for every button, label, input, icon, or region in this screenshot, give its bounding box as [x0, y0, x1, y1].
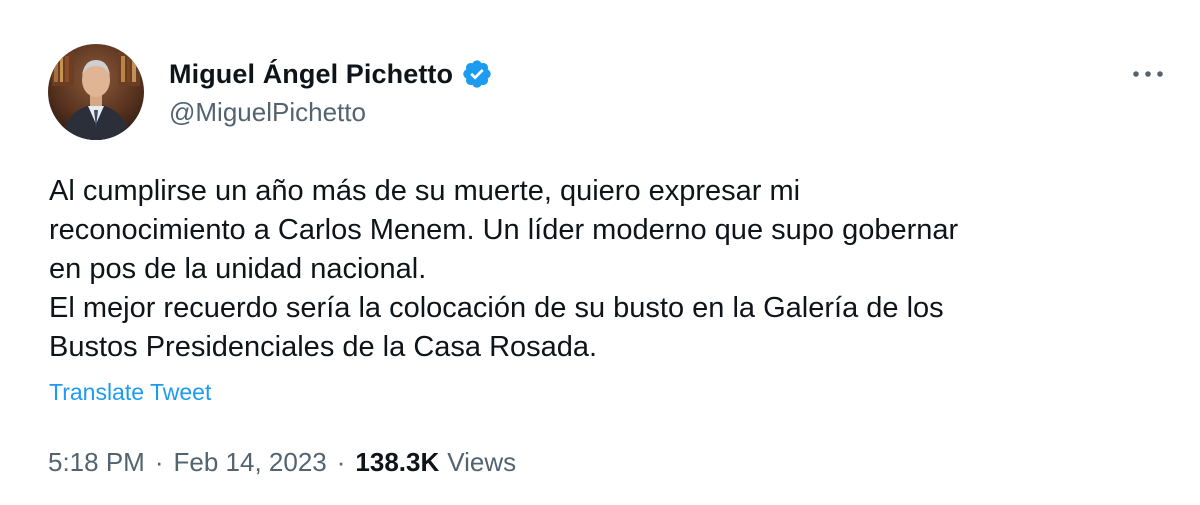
tweet-date[interactable]: Feb 14, 2023 [174, 447, 327, 478]
views-count[interactable]: 138.3K [355, 447, 439, 478]
author-name-row: Miguel Ángel Pichetto [169, 56, 493, 92]
verified-badge-icon [461, 58, 493, 90]
views-label[interactable]: Views [447, 447, 516, 478]
meta-separator: · [336, 447, 346, 477]
author-handle[interactable]: @MiguelPichetto [169, 97, 366, 128]
translate-tweet-link[interactable]: Translate Tweet [49, 379, 211, 406]
meta-separator: · [154, 447, 164, 477]
author-display-name[interactable]: Miguel Ángel Pichetto [169, 59, 453, 90]
tweet-text: Al cumplirse un año más de su muerte, qu… [49, 175, 959, 363]
more-options-button[interactable] [1124, 60, 1172, 88]
tweet-time[interactable]: 5:18 PM [48, 447, 145, 478]
tweet-card: Miguel Ángel Pichetto @MiguelPichetto Al… [0, 0, 1200, 505]
more-options-icon [1133, 71, 1163, 77]
tweet-metadata: 5:18 PM · Feb 14, 2023 · 138.3K Views [48, 447, 516, 478]
avatar[interactable] [48, 44, 144, 140]
